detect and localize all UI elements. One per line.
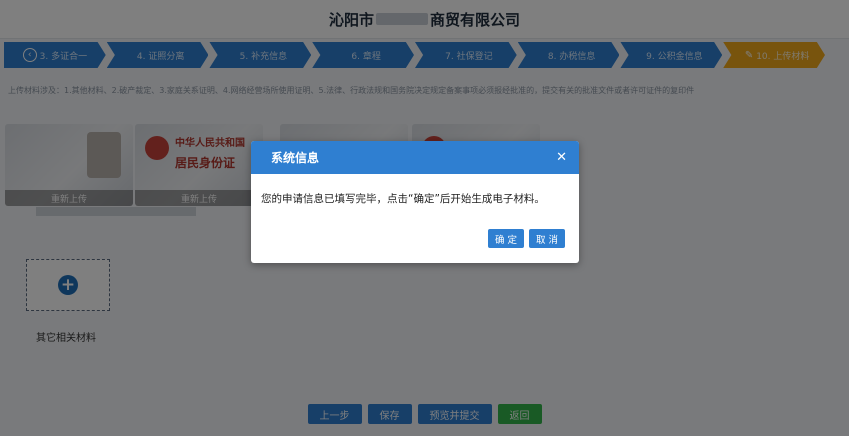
- confirm-button[interactable]: 确 定: [487, 229, 524, 248]
- dialog-actions: 确 定 取 消: [487, 229, 565, 248]
- dialog-title: 系统信息: [271, 151, 320, 165]
- page: 沁阳市 商贸有限公司 ‹ 3. 多证合一 4. 证照分离 5. 补充信息 6. …: [0, 0, 849, 436]
- dialog-message: 您的申请信息已填写完毕，点击“确定”后开始生成电子材料。: [261, 193, 545, 205]
- system-info-dialog: 系统信息 ✕ 您的申请信息已填写完毕，点击“确定”后开始生成电子材料。 确 定 …: [251, 141, 579, 263]
- cancel-button[interactable]: 取 消: [528, 229, 565, 248]
- dialog-header: 系统信息 ✕: [251, 141, 579, 174]
- close-icon[interactable]: ✕: [556, 151, 567, 164]
